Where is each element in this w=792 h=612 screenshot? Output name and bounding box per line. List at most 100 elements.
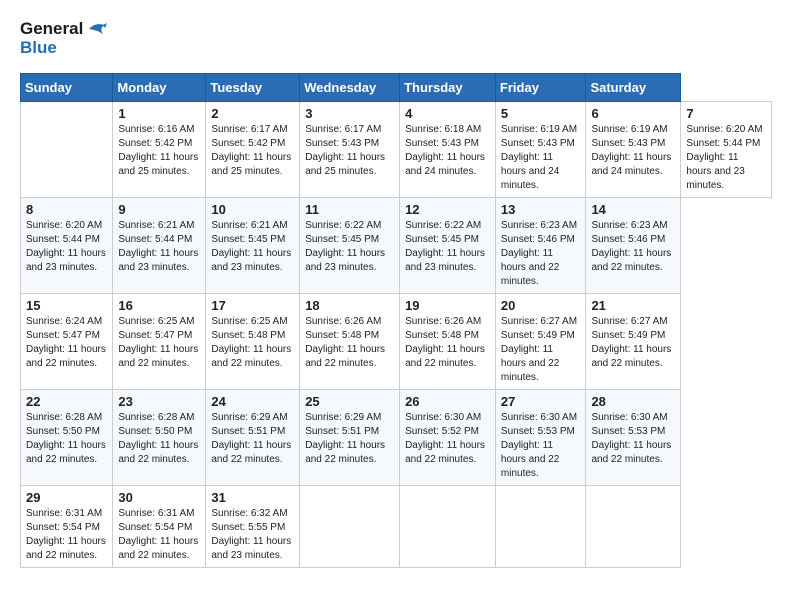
day-number: 16: [118, 298, 200, 313]
calendar-table: SundayMondayTuesdayWednesdayThursdayFrid…: [20, 73, 772, 568]
day-info: Sunrise: 6:28 AMSunset: 5:50 PMDaylight:…: [26, 411, 107, 467]
calendar-cell: 18 Sunrise: 6:26 AMSunset: 5:48 PMDayligh…: [300, 294, 400, 390]
day-info: Sunrise: 6:26 AMSunset: 5:48 PMDaylight:…: [405, 315, 490, 371]
day-number: 23: [118, 394, 200, 409]
day-number: 5: [501, 106, 581, 121]
day-info: Sunrise: 6:23 AMSunset: 5:46 PMDaylight:…: [501, 219, 581, 289]
day-number: 6: [591, 106, 675, 121]
day-header-thursday: Thursday: [400, 74, 496, 102]
day-info: Sunrise: 6:20 AMSunset: 5:44 PMDaylight:…: [686, 123, 766, 193]
day-info: Sunrise: 6:17 AMSunset: 5:43 PMDaylight:…: [305, 123, 394, 179]
calendar-cell: 15Sunrise: 6:24 AMSunset: 5:47 PMDayligh…: [21, 294, 113, 390]
day-info: Sunrise: 6:32 AMSunset: 5:55 PMDaylight:…: [211, 507, 294, 563]
day-header-wednesday: Wednesday: [300, 74, 400, 102]
day-number: 18: [305, 298, 394, 313]
calendar-cell: 14Sunrise: 6:23 AMSunset: 5:46 PMDayligh…: [586, 198, 681, 294]
day-number: 13: [501, 202, 581, 217]
day-number: 14: [591, 202, 675, 217]
calendar-cell: 31 Sunrise: 6:32 AMSunset: 5:55 PMDayligh…: [206, 486, 300, 568]
calendar-cell: 2Sunrise: 6:17 AMSunset: 5:42 PMDaylight…: [206, 102, 300, 198]
day-number: 3: [305, 106, 394, 121]
day-number: 12: [405, 202, 490, 217]
calendar-cell: 9 Sunrise: 6:21 AMSunset: 5:44 PMDaylight…: [113, 198, 206, 294]
calendar-cell: 5 Sunrise: 6:19 AMSunset: 5:43 PMDaylight…: [495, 102, 586, 198]
logo-bird-icon: [85, 20, 107, 38]
logo-blue: Blue: [20, 39, 107, 58]
calendar-cell: 11 Sunrise: 6:22 AMSunset: 5:45 PMDayligh…: [300, 198, 400, 294]
logo-text: General Blue: [20, 20, 107, 57]
day-info: Sunrise: 6:29 AMSunset: 5:51 PMDaylight:…: [305, 411, 394, 467]
calendar-cell: 8 Sunrise: 6:20 AMSunset: 5:44 PMDaylight…: [21, 198, 113, 294]
day-number: 31: [211, 490, 294, 505]
calendar-cell: 7 Sunrise: 6:20 AMSunset: 5:44 PMDaylight…: [681, 102, 772, 198]
day-header-monday: Monday: [113, 74, 206, 102]
day-info: Sunrise: 6:31 AMSunset: 5:54 PMDaylight:…: [118, 507, 200, 563]
calendar-week-5: 29 Sunrise: 6:31 AMSunset: 5:54 PMDayligh…: [21, 486, 772, 568]
calendar-cell: 13 Sunrise: 6:23 AMSunset: 5:46 PMDayligh…: [495, 198, 586, 294]
day-number: 7: [686, 106, 766, 121]
day-number: 20: [501, 298, 581, 313]
day-info: Sunrise: 6:25 AMSunset: 5:48 PMDaylight:…: [211, 315, 294, 371]
calendar-cell: 19 Sunrise: 6:26 AMSunset: 5:48 PMDayligh…: [400, 294, 496, 390]
calendar-cell: 27 Sunrise: 6:30 AMSunset: 5:53 PMDayligh…: [495, 390, 586, 486]
day-info: Sunrise: 6:20 AMSunset: 5:44 PMDaylight:…: [26, 219, 107, 275]
calendar-cell: 23 Sunrise: 6:28 AMSunset: 5:50 PMDayligh…: [113, 390, 206, 486]
calendar-cell: [495, 486, 586, 568]
calendar-cell: 4Sunrise: 6:18 AMSunset: 5:43 PMDaylight…: [400, 102, 496, 198]
calendar-week-1: 1Sunrise: 6:16 AMSunset: 5:42 PMDaylight…: [21, 102, 772, 198]
day-number: 27: [501, 394, 581, 409]
day-info: Sunrise: 6:21 AMSunset: 5:45 PMDaylight:…: [211, 219, 294, 275]
day-info: Sunrise: 6:31 AMSunset: 5:54 PMDaylight:…: [26, 507, 107, 563]
day-number: 4: [405, 106, 490, 121]
day-info: Sunrise: 6:28 AMSunset: 5:50 PMDaylight:…: [118, 411, 200, 467]
day-number: 10: [211, 202, 294, 217]
calendar-cell: 22 Sunrise: 6:28 AMSunset: 5:50 PMDayligh…: [21, 390, 113, 486]
day-number: 15: [26, 298, 107, 313]
day-header-tuesday: Tuesday: [206, 74, 300, 102]
day-number: 9: [118, 202, 200, 217]
day-info: Sunrise: 6:21 AMSunset: 5:44 PMDaylight:…: [118, 219, 200, 275]
day-info: Sunrise: 6:26 AMSunset: 5:48 PMDaylight:…: [305, 315, 394, 371]
day-number: 19: [405, 298, 490, 313]
day-number: 30: [118, 490, 200, 505]
day-header-sunday: Sunday: [21, 74, 113, 102]
calendar-cell: 24 Sunrise: 6:29 AMSunset: 5:51 PMDayligh…: [206, 390, 300, 486]
day-number: 22: [26, 394, 107, 409]
day-number: 24: [211, 394, 294, 409]
calendar-cell: [586, 486, 681, 568]
day-info: Sunrise: 6:30 AMSunset: 5:53 PMDaylight:…: [591, 411, 675, 467]
calendar-week-4: 22 Sunrise: 6:28 AMSunset: 5:50 PMDayligh…: [21, 390, 772, 486]
day-info: Sunrise: 6:30 AMSunset: 5:52 PMDaylight:…: [405, 411, 490, 467]
header: General Blue: [20, 20, 772, 57]
day-number: 28: [591, 394, 675, 409]
calendar-cell: 1Sunrise: 6:16 AMSunset: 5:42 PMDaylight…: [113, 102, 206, 198]
day-info: Sunrise: 6:16 AMSunset: 5:42 PMDaylight:…: [118, 123, 200, 179]
calendar-cell: 16 Sunrise: 6:25 AMSunset: 5:47 PMDayligh…: [113, 294, 206, 390]
day-info: Sunrise: 6:30 AMSunset: 5:53 PMDaylight:…: [501, 411, 581, 481]
calendar-cell: [300, 486, 400, 568]
calendar-cell: 6 Sunrise: 6:19 AMSunset: 5:43 PMDaylight…: [586, 102, 681, 198]
calendar-cell: 20 Sunrise: 6:27 AMSunset: 5:49 PMDayligh…: [495, 294, 586, 390]
day-info: Sunrise: 6:27 AMSunset: 5:49 PMDaylight:…: [591, 315, 675, 371]
calendar-cell: 12 Sunrise: 6:22 AMSunset: 5:45 PMDayligh…: [400, 198, 496, 294]
day-number: 25: [305, 394, 394, 409]
day-info: Sunrise: 6:22 AMSunset: 5:45 PMDaylight:…: [305, 219, 394, 275]
calendar-header-row: SundayMondayTuesdayWednesdayThursdayFrid…: [21, 74, 772, 102]
day-number: 11: [305, 202, 394, 217]
calendar-cell: 25 Sunrise: 6:29 AMSunset: 5:51 PMDayligh…: [300, 390, 400, 486]
day-info: Sunrise: 6:27 AMSunset: 5:49 PMDaylight:…: [501, 315, 581, 385]
day-number: 29: [26, 490, 107, 505]
day-number: 8: [26, 202, 107, 217]
day-number: 17: [211, 298, 294, 313]
day-info: Sunrise: 6:19 AMSunset: 5:43 PMDaylight:…: [501, 123, 581, 193]
calendar-cell: 30 Sunrise: 6:31 AMSunset: 5:54 PMDayligh…: [113, 486, 206, 568]
calendar-cell: 10 Sunrise: 6:21 AMSunset: 5:45 PMDayligh…: [206, 198, 300, 294]
calendar-cell: 17 Sunrise: 6:25 AMSunset: 5:48 PMDayligh…: [206, 294, 300, 390]
day-info: Sunrise: 6:29 AMSunset: 5:51 PMDaylight:…: [211, 411, 294, 467]
day-info: Sunrise: 6:25 AMSunset: 5:47 PMDaylight:…: [118, 315, 200, 371]
calendar-cell: 29 Sunrise: 6:31 AMSunset: 5:54 PMDayligh…: [21, 486, 113, 568]
day-info: Sunrise: 6:22 AMSunset: 5:45 PMDaylight:…: [405, 219, 490, 275]
day-number: 26: [405, 394, 490, 409]
day-info: Sunrise: 6:19 AMSunset: 5:43 PMDaylight:…: [591, 123, 675, 179]
calendar-cell: 3 Sunrise: 6:17 AMSunset: 5:43 PMDaylight…: [300, 102, 400, 198]
